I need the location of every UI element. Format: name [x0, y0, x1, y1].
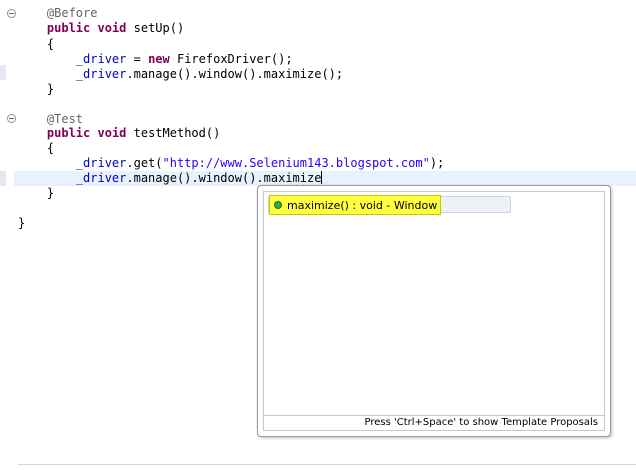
code-line: } — [18, 82, 54, 97]
proposal-item-selected[interactable]: maximize() : void - Window — [269, 195, 442, 215]
keyword: public — [46, 126, 91, 140]
code-text: .manage().window().maximize(); — [126, 67, 344, 81]
code-text: } — [46, 186, 55, 200]
proposal-list[interactable]: maximize() : void - Window — [264, 192, 604, 417]
code-line: public void testMethod() — [18, 126, 220, 141]
code-line: public void setUp() — [18, 21, 184, 36]
content-assist-status: Press 'Ctrl+Space' to show Template Prop… — [264, 415, 604, 430]
keyword: void — [97, 21, 127, 35]
string-literal: "http://www.Selenium143.blogspot.com" — [162, 156, 430, 170]
content-assist-popup[interactable]: maximize() : void - Window Press 'Ctrl+S… — [257, 185, 611, 437]
text-caret — [321, 171, 323, 184]
code-line: @Before — [18, 6, 98, 21]
content-assist-panel: maximize() : void - Window Press 'Ctrl+S… — [263, 191, 605, 431]
editor-gutter — [0, 0, 16, 470]
code-line: } — [18, 216, 25, 231]
code-text: = — [126, 52, 149, 66]
code-line: _driver.get("http://www.Selenium143.blog… — [18, 156, 444, 171]
code-text: ); — [429, 156, 445, 170]
keyword: public — [46, 21, 91, 35]
collapse-fold-icon[interactable] — [7, 114, 16, 123]
code-text: .manage().window(). — [126, 171, 264, 185]
collapse-fold-icon[interactable] — [7, 9, 16, 18]
line-marker — [0, 171, 6, 186]
code-line: } — [18, 186, 54, 201]
code-line: @Test — [18, 112, 83, 127]
field-reference: _driver — [75, 52, 127, 66]
code-text: .get( — [126, 156, 163, 170]
field-reference: _driver — [75, 67, 127, 81]
code-line: { — [18, 37, 54, 52]
code-line-current[interactable]: _driver.manage().window().maximize — [18, 171, 323, 186]
code-text: { — [46, 37, 55, 51]
code-text: testMethod() — [126, 126, 221, 140]
proposal-label: maximize() : void - Window — [287, 198, 438, 212]
line-marker — [0, 65, 6, 80]
public-method-icon — [274, 201, 282, 209]
annotation: @Test — [46, 112, 84, 126]
editor-bottom-divider — [18, 464, 636, 465]
code-text: } — [46, 82, 55, 96]
field-reference: _driver — [75, 171, 127, 185]
keyword: void — [97, 126, 127, 140]
typed-text: maximize — [263, 171, 322, 185]
code-line: _driver = new FirefoxDriver(); — [18, 52, 293, 67]
annotation: @Before — [46, 6, 98, 20]
code-text: } — [18, 216, 26, 230]
code-text: FirefoxDriver(); — [169, 52, 293, 66]
code-text: setUp() — [126, 21, 185, 35]
keyword: new — [148, 52, 170, 66]
field-reference: _driver — [75, 156, 127, 170]
code-text: { — [46, 141, 55, 155]
code-line: { — [18, 141, 54, 156]
code-line: _driver.manage().window().maximize(); — [18, 67, 343, 82]
